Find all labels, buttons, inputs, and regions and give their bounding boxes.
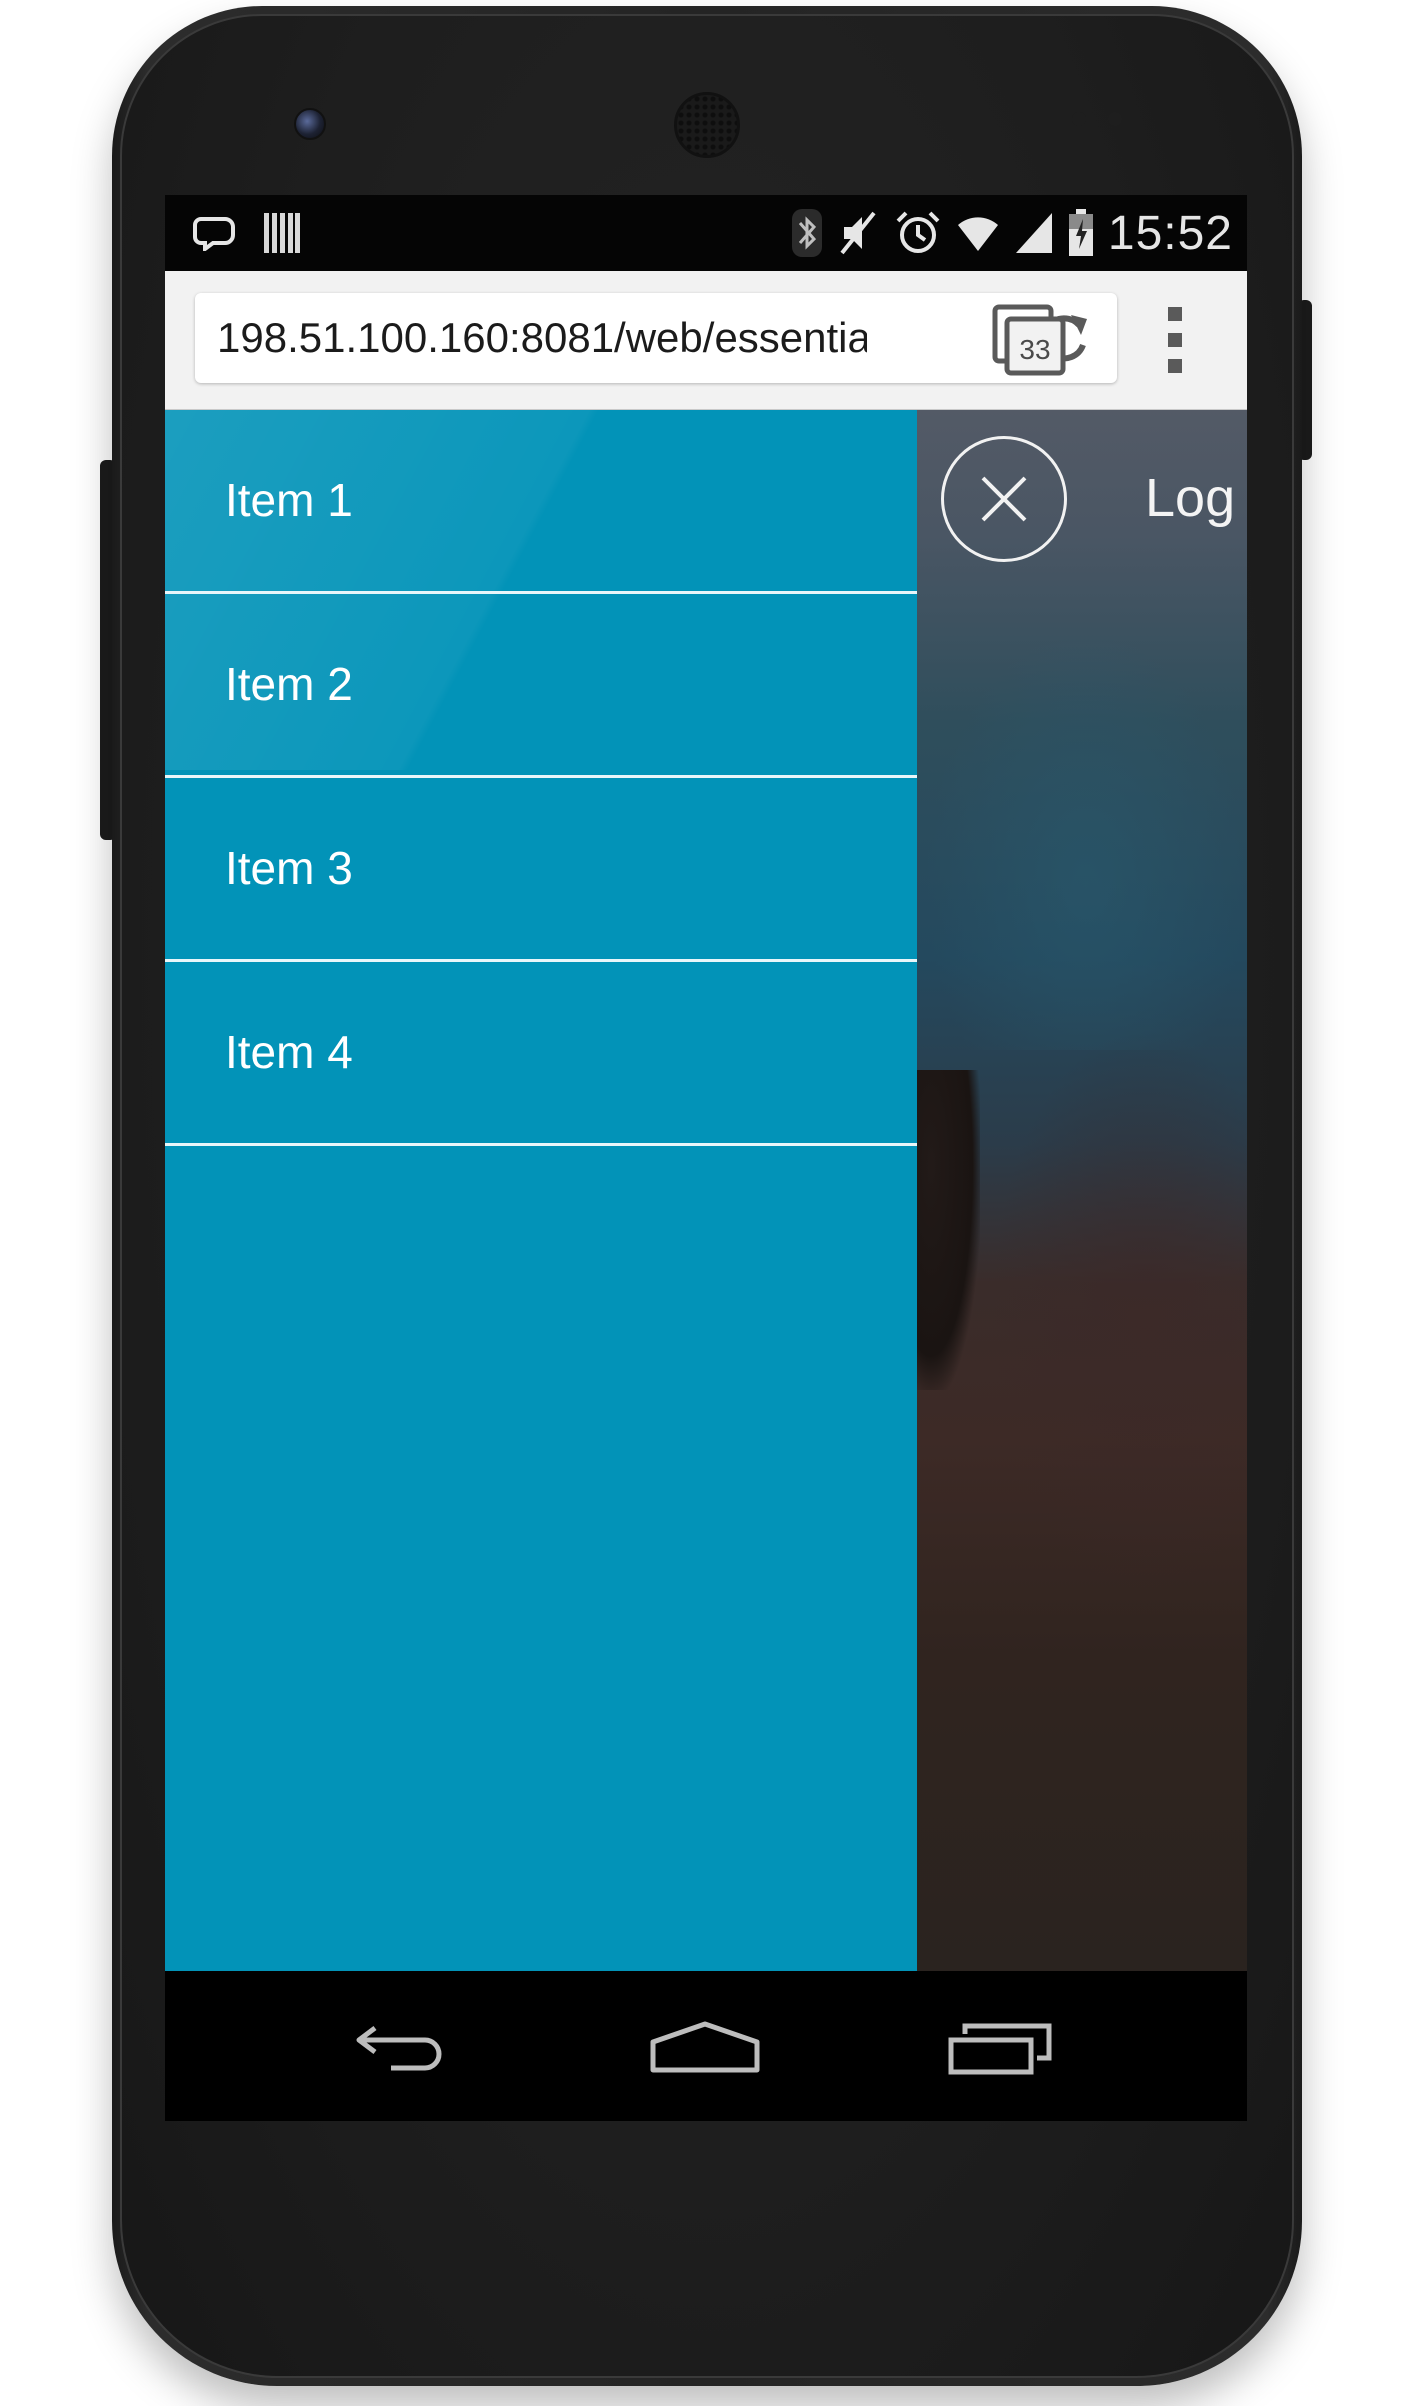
system-nav-bar — [165, 1971, 1247, 2121]
menu-item-label: Item 4 — [225, 1026, 353, 1078]
home-icon[interactable] — [645, 2006, 765, 2086]
front-camera — [294, 108, 326, 140]
close-menu-button[interactable] — [941, 436, 1067, 562]
light-sensor — [1108, 112, 1122, 126]
close-icon — [981, 476, 1027, 522]
header-label[interactable]: Log — [1145, 450, 1235, 546]
tabs-button[interactable]: 33 — [991, 303, 1071, 383]
wifi-icon — [957, 217, 998, 251]
url-bar[interactable]: 198.51.100.160:8081/web/essentials — [195, 293, 1117, 383]
url-text[interactable]: 198.51.100.160:8081/web/essentials — [217, 293, 867, 383]
system-icons: 15:52 — [791, 205, 1233, 261]
recent-apps-icon[interactable] — [945, 2006, 1065, 2086]
silhouette-figure — [910, 1070, 980, 1390]
overflow-menu-icon[interactable] — [1155, 301, 1195, 381]
alarm-icon — [896, 211, 940, 253]
tab-count: 33 — [1019, 334, 1050, 365]
proximity-sensor — [1072, 112, 1086, 126]
screen: 15:52 198.51.100.160:8081/web/essentials… — [165, 195, 1247, 2121]
battery-icon — [1068, 209, 1093, 256]
status-bar: 15:52 — [165, 195, 1247, 271]
menu-item-label: Item 3 — [225, 842, 353, 894]
menu-item-1[interactable]: Item 1 — [165, 410, 917, 594]
signal-icon — [1015, 213, 1052, 253]
fog-overlay — [925, 630, 1247, 1050]
menu-item-3[interactable]: Item 3 — [165, 778, 917, 962]
bluetooth-icon — [791, 209, 822, 257]
drawer-menu: Item 1 Item 2 Item 3 Item 4 — [165, 410, 917, 1146]
mute-icon — [840, 211, 876, 255]
earpiece-speaker — [674, 92, 740, 158]
notification-icons — [193, 211, 301, 255]
back-icon[interactable] — [345, 2006, 465, 2086]
navigation-drawer: Item 1 Item 2 Item 3 Item 4 — [165, 410, 917, 1971]
menu-item-2[interactable]: Item 2 — [165, 594, 917, 778]
hangouts-icon — [193, 217, 235, 251]
menu-item-label: Item 2 — [225, 658, 353, 710]
device-mockup: 15:52 198.51.100.160:8081/web/essentials… — [0, 0, 1410, 2406]
tabs-icon: 33 — [992, 304, 1066, 376]
web-content: Log Item 1 Item 2 Item 3 Item 4 — [165, 410, 1247, 1971]
menu-item-4[interactable]: Item 4 — [165, 962, 917, 1146]
menu-item-label: Item 1 — [225, 474, 353, 526]
barcode-icon — [264, 213, 300, 253]
status-time: 15:52 — [1107, 206, 1233, 260]
browser-toolbar: 198.51.100.160:8081/web/essentials 33 — [165, 271, 1247, 411]
